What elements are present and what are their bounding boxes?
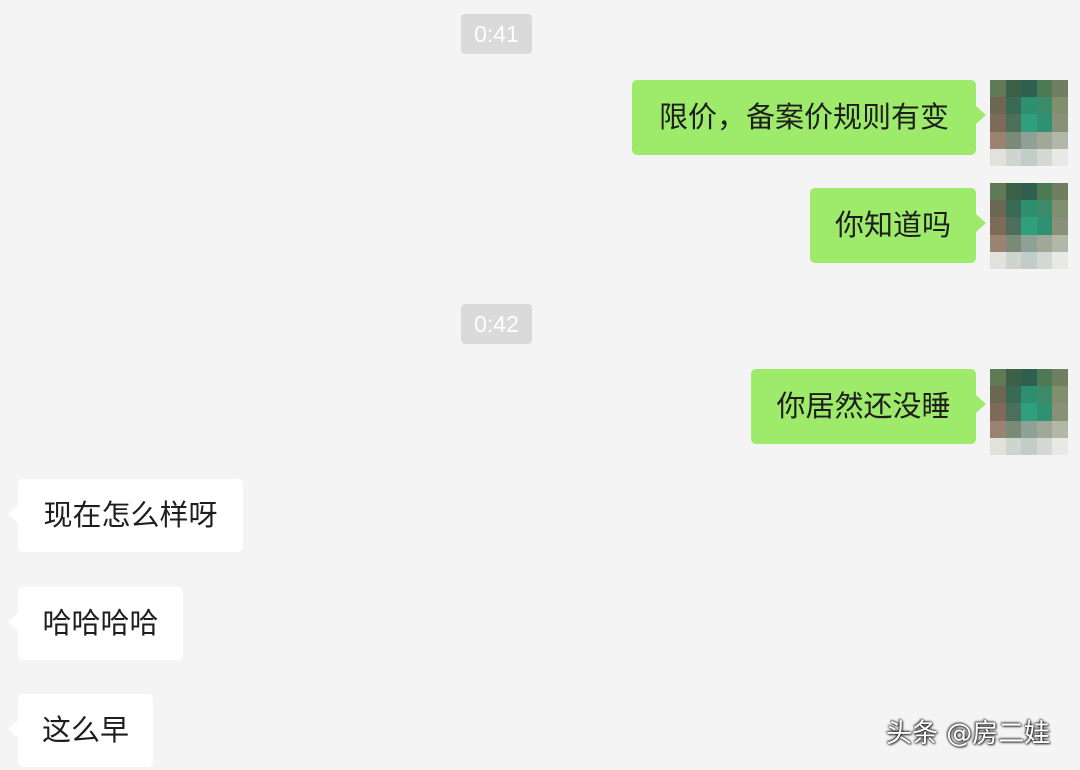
avatar-pixel [1021, 200, 1037, 218]
avatar-pixel [1036, 200, 1053, 218]
avatar-pixel [1036, 420, 1053, 438]
avatar-pixel [1005, 200, 1022, 218]
avatar-pixel [1005, 386, 1022, 404]
avatar-pixel [1052, 114, 1068, 132]
avatar-pixel [1052, 251, 1068, 269]
avatar-pixel [1052, 437, 1068, 455]
avatar-pixel [1021, 251, 1037, 269]
avatar-pixel [990, 403, 1006, 421]
outgoing-message[interactable]: 限价，备案价规则有变 [632, 80, 986, 155]
avatar-pixel [1021, 131, 1037, 149]
watermark: 头条 @房二娃 [886, 719, 1051, 749]
avatar-pixel [1036, 251, 1053, 269]
avatar-pixel [1052, 386, 1068, 404]
avatar-pixel [1021, 234, 1037, 252]
avatar-pixel [1021, 80, 1037, 98]
avatar-pixel [990, 131, 1006, 149]
avatar-pixel [990, 217, 1006, 235]
avatar-pixel [990, 234, 1006, 252]
avatar-pixel [1005, 131, 1022, 149]
avatar-pixel [1005, 234, 1022, 252]
avatar-pixel [1052, 97, 1068, 115]
avatar-pixel [1036, 80, 1053, 98]
avatar[interactable] [990, 369, 1068, 455]
avatar-pixel [1021, 148, 1037, 166]
avatar-pixel [1036, 183, 1053, 201]
avatar-pixel [1005, 251, 1022, 269]
avatar-pixel [1036, 131, 1053, 149]
avatar-pixel [1005, 437, 1022, 455]
chat-conversation: 0:41 限价，备案价规则有变 你知道吗 0:42 你居然还没睡 现在怎么样呀 … [0, 0, 1080, 770]
avatar-pixel [1021, 217, 1037, 235]
avatar-pixel [1005, 80, 1022, 98]
avatar-pixel [1005, 97, 1022, 115]
incoming-message[interactable]: 这么早 [8, 694, 153, 767]
avatar-pixel [1005, 217, 1022, 235]
avatar-pixel [1005, 114, 1022, 132]
avatar-pixel [1021, 437, 1037, 455]
avatar-pixel [1021, 183, 1037, 201]
avatar-pixel [1005, 403, 1022, 421]
avatar-pixel [990, 183, 1006, 201]
avatar-pixel [990, 420, 1006, 438]
avatar-pixel [1005, 369, 1022, 387]
avatar-pixel [1036, 97, 1053, 115]
avatar-pixel [1036, 437, 1053, 455]
avatar-pixel [1021, 386, 1037, 404]
avatar-pixel [990, 114, 1006, 132]
avatar-pixel [1005, 148, 1022, 166]
avatar-pixel [1052, 217, 1068, 235]
avatar-pixel [1052, 234, 1068, 252]
incoming-message[interactable]: 哈哈哈哈 [8, 587, 183, 660]
timestamp: 0:42 [461, 304, 532, 344]
incoming-message[interactable]: 现在怎么样呀 [8, 479, 243, 552]
avatar-pixel [1036, 217, 1053, 235]
avatar-pixel [990, 437, 1006, 455]
avatar-pixel [1052, 148, 1068, 166]
avatar-pixel [1036, 369, 1053, 387]
avatar-pixel [990, 251, 1006, 269]
avatar-pixel [1021, 369, 1037, 387]
avatar-pixel [1036, 234, 1053, 252]
avatar-pixel [990, 386, 1006, 404]
avatar-pixel [990, 369, 1006, 387]
avatar-pixel [1005, 420, 1022, 438]
avatar-pixel [1036, 386, 1053, 404]
avatar-pixel [1052, 131, 1068, 149]
avatar[interactable] [990, 183, 1068, 269]
avatar-pixel [1052, 369, 1068, 387]
avatar-pixel [1052, 403, 1068, 421]
timestamp: 0:41 [461, 14, 532, 54]
avatar-pixel [1021, 403, 1037, 421]
avatar-pixel [1036, 148, 1053, 166]
avatar[interactable] [990, 80, 1068, 166]
avatar-pixel [1021, 97, 1037, 115]
avatar-pixel [1052, 200, 1068, 218]
avatar-pixel [1052, 80, 1068, 98]
avatar-pixel [1052, 420, 1068, 438]
avatar-pixel [1021, 420, 1037, 438]
avatar-pixel [1005, 183, 1022, 201]
outgoing-message[interactable]: 你知道吗 [810, 188, 986, 263]
avatar-pixel [1052, 183, 1068, 201]
avatar-pixel [990, 148, 1006, 166]
avatar-pixel [990, 80, 1006, 98]
avatar-pixel [1036, 114, 1053, 132]
avatar-pixel [1036, 403, 1053, 421]
outgoing-message[interactable]: 你居然还没睡 [751, 369, 986, 444]
avatar-pixel [990, 200, 1006, 218]
avatar-pixel [990, 97, 1006, 115]
avatar-pixel [1021, 114, 1037, 132]
